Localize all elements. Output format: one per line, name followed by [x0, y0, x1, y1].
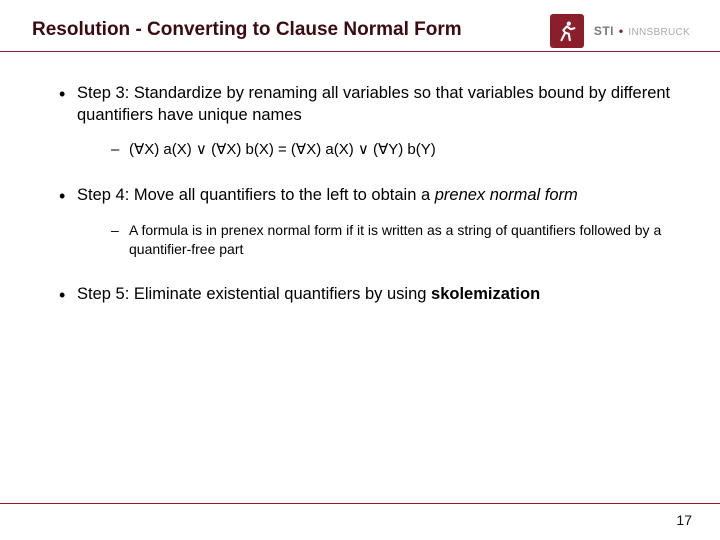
step3-sub: (∀X) a(X) ∨ (∀X) b(X) = (∀X) a(X) ∨ (∀Y)…: [107, 140, 675, 160]
step4-sub-text: A formula is in prenex normal form if it…: [107, 221, 675, 259]
step5-em: skolemization: [431, 285, 540, 303]
logo: STI • INNSBRUCK: [550, 14, 690, 48]
step5-text: Step 5: Eliminate existential quantifier…: [77, 285, 431, 303]
bullet-step3: Step 3: Standardize by renaming all vari…: [55, 82, 675, 161]
bullet-step5: Step 5: Eliminate existential quantifier…: [55, 283, 675, 305]
slide-header: Resolution - Converting to Clause Normal…: [0, 0, 720, 52]
bullet-list: Step 3: Standardize by renaming all vari…: [55, 82, 675, 305]
step4-text: Step 4: Move all quantifiers to the left…: [77, 186, 435, 204]
slide-content: Step 3: Standardize by renaming all vari…: [0, 52, 720, 305]
logo-sub: INNSBRUCK: [628, 27, 690, 38]
step3-formula-item: (∀X) a(X) ∨ (∀X) b(X) = (∀X) a(X) ∨ (∀Y)…: [107, 140, 675, 160]
slide-title: Resolution - Converting to Clause Normal…: [32, 18, 472, 43]
logo-mark: [550, 14, 584, 48]
page-number: 17: [676, 512, 692, 528]
bullet-step4: Step 4: Move all quantifiers to the left…: [55, 184, 675, 258]
step4-sub: A formula is in prenex normal form if it…: [107, 221, 675, 259]
step3-text: Step 3: Standardize by renaming all vari…: [77, 84, 670, 124]
step4-em: prenex normal form: [435, 186, 578, 204]
step3-formula: (∀X) a(X) ∨ (∀X) b(X) = (∀X) a(X) ∨ (∀Y)…: [129, 141, 436, 158]
runner-icon: [556, 20, 578, 42]
logo-dot: •: [615, 24, 627, 38]
logo-text: STI • INNSBRUCK: [594, 24, 690, 38]
logo-org: STI: [594, 24, 614, 38]
footer-rule: [0, 503, 720, 505]
